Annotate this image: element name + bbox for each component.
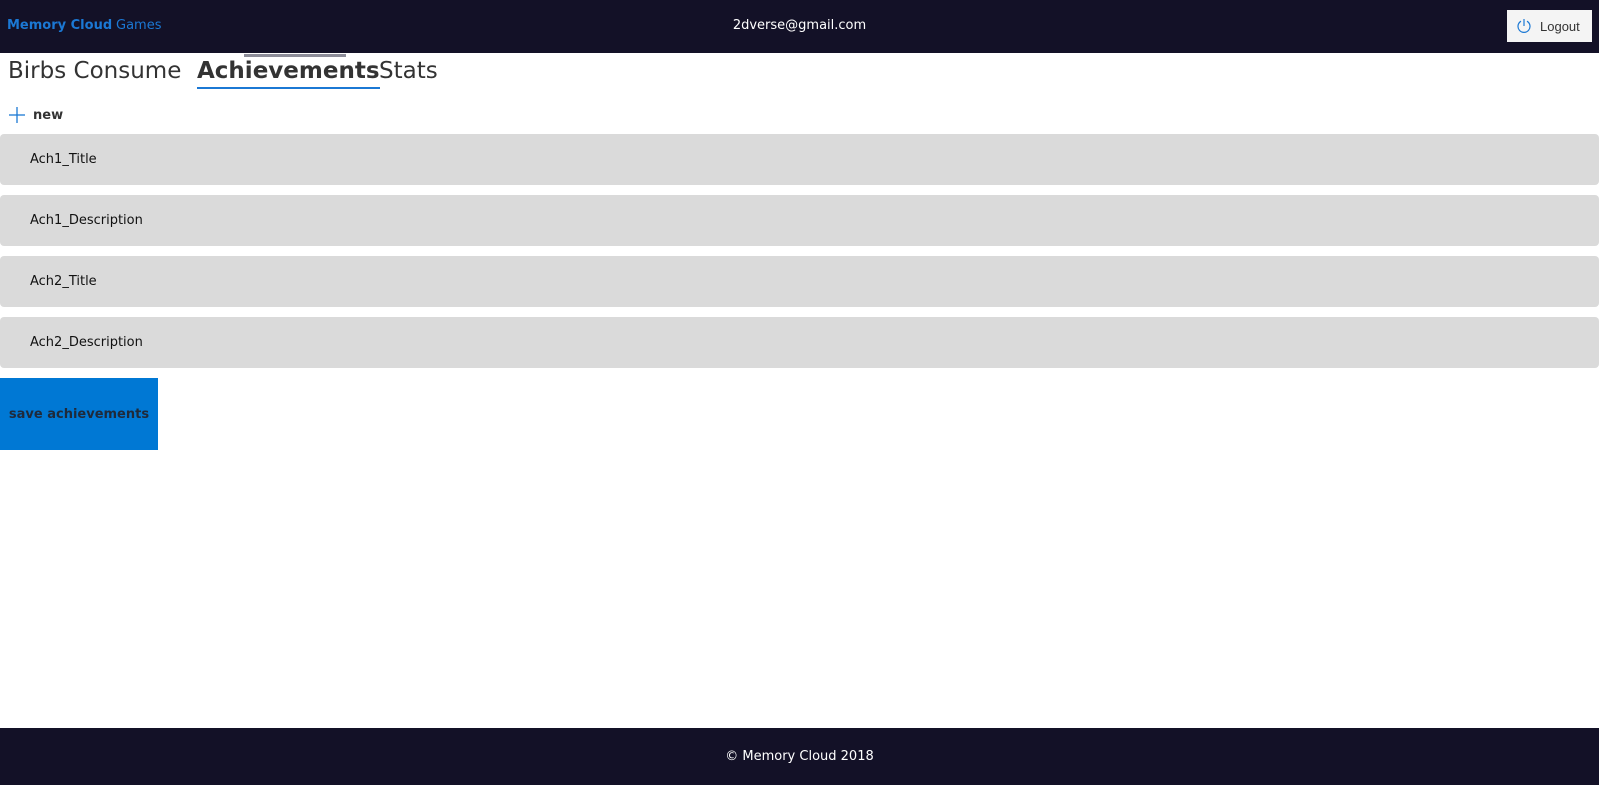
new-button[interactable]: new	[8, 104, 63, 126]
plus-icon	[8, 106, 26, 124]
tab-birbs-consume[interactable]: Birbs Consume	[8, 58, 181, 87]
user-email: 2dverse@gmail.com	[732, 18, 867, 33]
footer-copyright: © Memory Cloud 2018	[725, 749, 874, 764]
logout-label: Logout	[1540, 18, 1580, 34]
achievement-field-ach2-title[interactable]: Ach2_Title	[0, 256, 1599, 307]
field-value: Ach1_Title	[30, 152, 97, 167]
top-nav-bar: Memory Cloud Games 2dverse@gmail.com Log…	[0, 0, 1599, 53]
tab-stats[interactable]: Stats	[379, 58, 438, 87]
achievement-field-ach2-description[interactable]: Ach2_Description	[0, 317, 1599, 368]
tab-achievements[interactable]: Achievements	[197, 58, 380, 89]
field-value: Ach1_Description	[30, 213, 143, 228]
footer: © Memory Cloud 2018	[0, 728, 1599, 785]
power-icon	[1516, 18, 1532, 34]
horizontal-scrollbar[interactable]	[244, 54, 346, 57]
new-label: new	[33, 107, 64, 123]
field-value: Ach2_Description	[30, 335, 143, 350]
achievement-field-ach1-title[interactable]: Ach1_Title	[0, 134, 1599, 185]
field-value: Ach2_Title	[30, 274, 97, 289]
save-achievements-button[interactable]: save achievements	[0, 378, 158, 450]
achievement-field-ach1-description[interactable]: Ach1_Description	[0, 195, 1599, 246]
logout-button[interactable]: Logout	[1507, 10, 1592, 42]
